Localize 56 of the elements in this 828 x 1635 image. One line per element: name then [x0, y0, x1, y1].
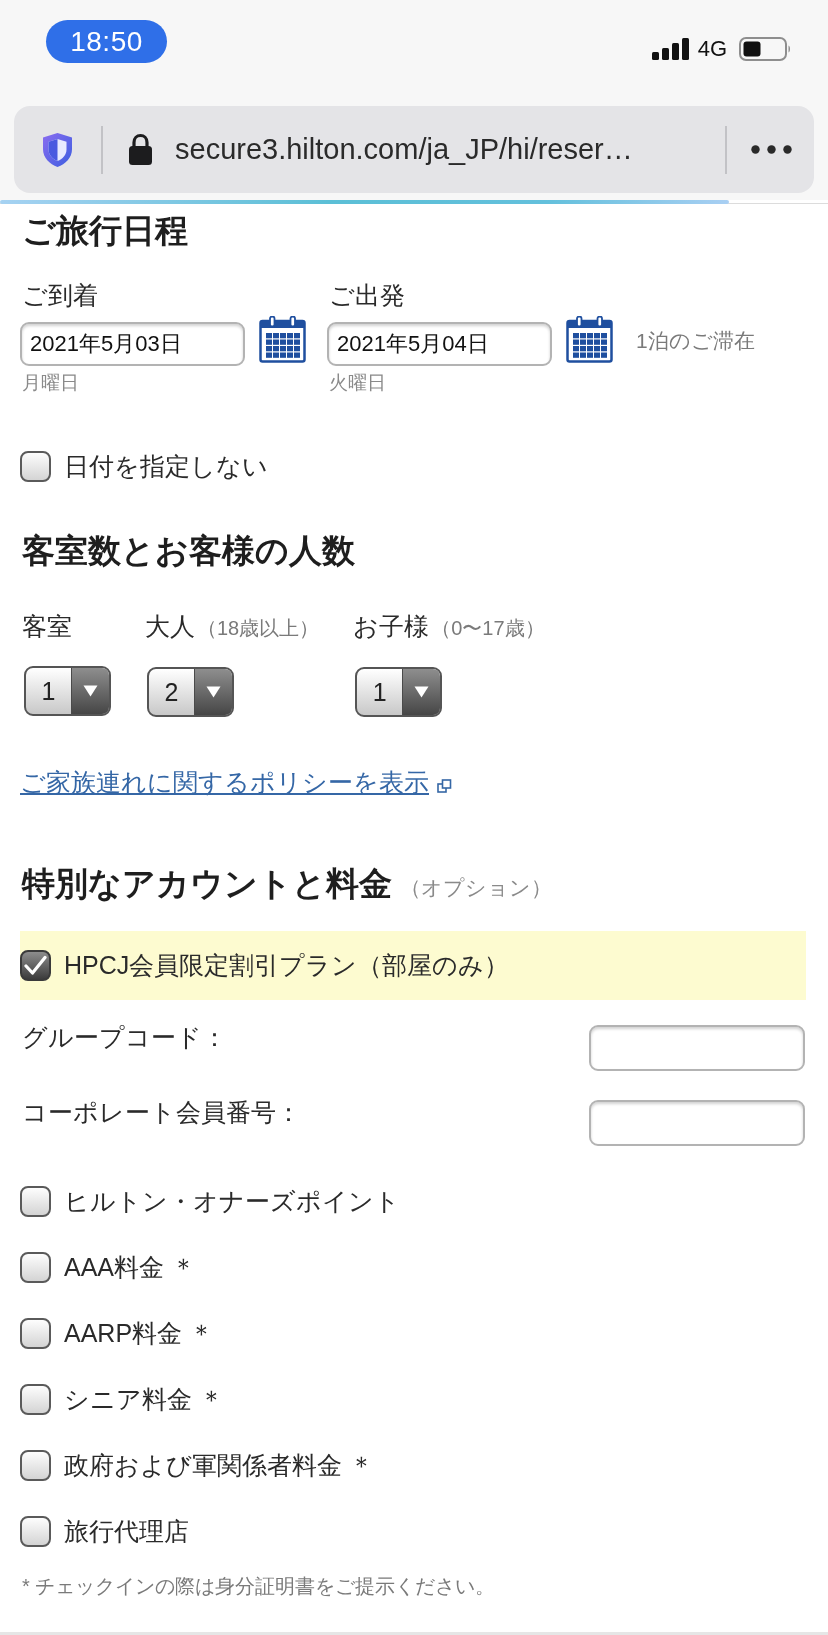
calendar-icon[interactable]: [566, 315, 613, 363]
checkbox[interactable]: [20, 1318, 51, 1349]
checkbox[interactable]: [20, 1252, 51, 1283]
calendar-icon[interactable]: [259, 315, 306, 363]
date-field[interactable]: 2021年5月03日: [20, 322, 245, 366]
checkbox-label: 旅行代理店: [64, 1516, 189, 1547]
footnote: * チェックインの際は身分証明書をご提示ください。: [22, 1574, 497, 1599]
checkbox[interactable]: [20, 1186, 51, 1217]
text-field[interactable]: [589, 1100, 805, 1146]
section-heading: 特別なアカウントと料金: [22, 865, 392, 903]
weekday-label: 火曜日: [329, 371, 386, 394]
checkbox[interactable]: [20, 1450, 51, 1481]
text-field[interactable]: [589, 1025, 805, 1071]
section-heading: 客室数とお客様の人数: [22, 532, 356, 570]
checkbox-label: AARP料金 ＊: [64, 1318, 215, 1349]
caret-icon: [194, 669, 232, 715]
number-select[interactable]: 2: [147, 667, 234, 717]
checkbox-label: ヒルトン・オナーズポイント: [64, 1186, 400, 1217]
age-note: （18歳以上）: [197, 616, 320, 641]
address-bar[interactable]: secure3.hilton.com/ja_JP/hi/reser…: [14, 106, 814, 193]
code-label: グループコード：: [22, 1022, 227, 1052]
guest-label: 大人: [145, 611, 195, 641]
policy-link[interactable]: ご家族連れに関するポリシーを表示: [20, 767, 429, 797]
caret-icon: [402, 669, 441, 715]
checkbox-label: シニア料金 ＊: [64, 1384, 224, 1415]
checkbox-label: 政府および軍関係者料金 ＊: [64, 1450, 374, 1481]
checkbox[interactable]: [20, 950, 51, 981]
date-label: ご出発: [329, 280, 405, 310]
number-select[interactable]: 1: [355, 667, 443, 717]
heading-note: （オプション）: [400, 875, 552, 901]
weekday-label: 月曜日: [22, 371, 79, 394]
stay-length-text: 1泊のご滞在: [636, 327, 755, 354]
age-note: （0〜17歳）: [431, 616, 545, 641]
checkbox-label: HPCJ会員限定割引プラン（部屋のみ）: [64, 950, 510, 981]
guest-label: お子様: [353, 611, 430, 641]
checkbox[interactable]: [20, 1516, 51, 1547]
external-link-icon: [437, 778, 452, 794]
lock-icon: [128, 133, 153, 166]
checkbox-label: 日付を指定しない: [64, 451, 268, 482]
caret-icon: [71, 668, 109, 714]
shield-icon[interactable]: [41, 131, 74, 168]
battery-icon: [739, 37, 791, 61]
date-label: ご到着: [22, 280, 98, 310]
network-label: 4G: [697, 37, 727, 61]
section-heading: ご旅行日程: [22, 212, 189, 250]
guest-label: 客室: [22, 611, 72, 641]
checkbox-label: AAA料金 ＊: [64, 1252, 196, 1283]
number-select[interactable]: 1: [24, 666, 111, 716]
date-field[interactable]: 2021年5月04日: [327, 322, 552, 366]
more-icon[interactable]: [751, 145, 792, 154]
signal-icon: [651, 38, 689, 60]
status-time: 18:50: [46, 20, 167, 63]
checkbox[interactable]: [20, 451, 51, 482]
code-label: コーポレート会員番号：: [22, 1097, 301, 1127]
url-text[interactable]: secure3.hilton.com/ja_JP/hi/reser…: [175, 133, 725, 166]
checkbox[interactable]: [20, 1384, 51, 1415]
